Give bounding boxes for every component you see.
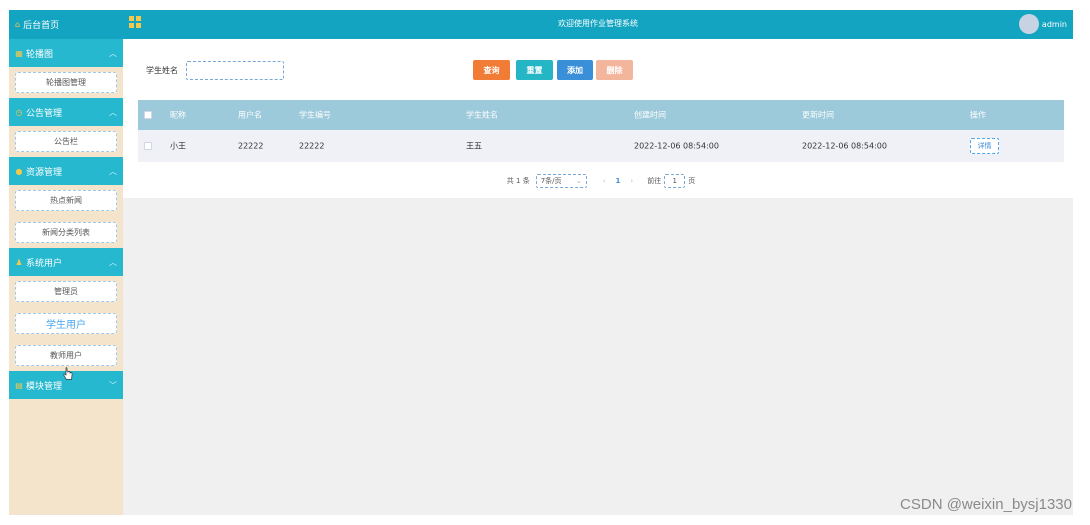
search-row: 学生姓名 <box>146 60 284 80</box>
page-number[interactable]: 1 <box>616 177 621 185</box>
prev-page-icon[interactable]: ‹ <box>603 177 606 185</box>
chevron-down-icon: ⌄ <box>575 177 582 185</box>
table-header: 昵称 用户名 学生编号 学生姓名 创建时间 更新时间 操作 <box>138 100 1064 130</box>
hand-cursor-icon <box>63 367 73 380</box>
student-name-label: 学生姓名 <box>146 65 178 75</box>
sidebar-item-teacher-users[interactable]: 教师用户 <box>15 345 117 366</box>
delete-button[interactable]: 删除 <box>596 60 633 80</box>
column-header: 创建时间 <box>634 110 666 120</box>
content-background <box>123 198 1073 515</box>
sidebar-group-label: 系统用户 <box>26 258 63 269</box>
avatar[interactable] <box>1018 14 1039 34</box>
detail-button[interactable]: 详情 <box>970 138 999 154</box>
total-count: 共 1 条 <box>506 177 530 185</box>
cell-created: 2022-12-06 08:54:00 <box>634 141 719 151</box>
cell-nickname: 小王 <box>170 141 186 151</box>
module-icon: ▤ <box>15 380 23 390</box>
page-size-value: 7条/页 <box>540 177 562 185</box>
cell-student-no: 22222 <box>299 141 325 151</box>
sidebar-submenu: 热点新闻 新闻分类列表 <box>9 185 123 248</box>
sidebar-group-label: 公告管理 <box>26 108 63 119</box>
sidebar-item-home[interactable]: ⌂ 后台首页 <box>9 10 123 39</box>
column-header: 学生姓名 <box>466 110 498 120</box>
sidebar-group-notice[interactable]: ◷ 公告管理 ︿ <box>9 98 123 126</box>
home-icon: ⌂ <box>15 20 21 29</box>
chevron-up-icon: ︿ <box>109 166 117 176</box>
clock-icon: ◷ <box>15 107 23 117</box>
chevron-down-icon: ﹀ <box>109 380 117 390</box>
goto-label: 前往 <box>647 177 662 185</box>
sidebar: ⌂ 后台首页 ▦ 轮播图 ︿ 轮播图管理 ◷ 公告管理 ︿ 公告栏 ● 资源管理… <box>9 10 123 515</box>
system-title: 欢迎使用作业管理系统 <box>558 19 638 28</box>
pagination: 共 1 条 7条/页 ⌄ ‹ 1 › 前往 1 页 <box>138 166 1064 196</box>
column-header: 昵称 <box>170 110 186 120</box>
watermark: CSDN @weixin_bysj1330 <box>900 496 1072 513</box>
sidebar-submenu: 公告栏 <box>9 126 123 157</box>
user-menu[interactable]: admin <box>1018 14 1067 34</box>
sidebar-group-resource[interactable]: ● 资源管理 ︿ <box>9 157 123 185</box>
sidebar-item-hot-news[interactable]: 热点新闻 <box>15 190 117 211</box>
goto-page-input[interactable]: 1 <box>664 174 686 188</box>
row-checkbox[interactable] <box>144 142 152 150</box>
table-row[interactable]: 小王 22222 22222 王五 2022-12-06 08:54:00 20… <box>138 130 1064 162</box>
sidebar-group-label: 资源管理 <box>26 167 63 178</box>
column-header: 用户名 <box>238 110 262 120</box>
user-name: admin <box>1041 19 1067 29</box>
page-unit-label: 页 <box>688 177 696 185</box>
student-name-input[interactable] <box>186 60 284 80</box>
sidebar-item-news-category[interactable]: 新闻分类列表 <box>15 222 117 243</box>
sidebar-group-system-users[interactable]: ♟ 系统用户 ︿ <box>9 248 123 276</box>
reset-button[interactable]: 重置 <box>516 60 553 80</box>
sidebar-group-label: 轮播图 <box>26 49 54 60</box>
column-header: 更新时间 <box>802 110 834 120</box>
sidebar-item-student-users[interactable]: 学生用户 <box>15 313 117 334</box>
sidebar-group-carousel[interactable]: ▦ 轮播图 ︿ <box>9 39 123 67</box>
page-size-select[interactable]: 7条/页 ⌄ <box>535 174 587 188</box>
chevron-up-icon: ︿ <box>109 257 117 267</box>
column-header: 学生编号 <box>299 110 331 120</box>
cell-student-name: 王五 <box>466 141 482 151</box>
query-button[interactable]: 查询 <box>473 60 510 80</box>
chevron-up-icon: ︿ <box>109 48 117 58</box>
cell-username: 22222 <box>238 141 264 151</box>
student-table: 昵称 用户名 学生编号 学生姓名 创建时间 更新时间 操作 小王 22222 2… <box>138 100 1064 162</box>
column-header: 操作 <box>970 110 986 120</box>
sidebar-submenu: 轮播图管理 <box>9 67 123 98</box>
user-icon: ♟ <box>15 257 23 267</box>
location-pin-icon: ● <box>15 166 23 176</box>
select-all-checkbox[interactable] <box>144 111 152 119</box>
image-icon: ▦ <box>15 48 23 58</box>
next-page-icon[interactable]: › <box>630 177 633 185</box>
cell-updated: 2022-12-06 08:54:00 <box>802 141 887 151</box>
add-button[interactable]: 添加 <box>557 60 593 80</box>
sidebar-item-admin[interactable]: 管理员 <box>15 281 117 302</box>
sidebar-submenu: 管理员 学生用户 教师用户 <box>9 276 123 371</box>
top-bar: 欢迎使用作业管理系统 admin <box>123 10 1073 39</box>
sidebar-item-carousel-manage[interactable]: 轮播图管理 <box>15 72 117 93</box>
sidebar-item-notice-board[interactable]: 公告栏 <box>15 131 117 152</box>
sidebar-home-label: 后台首页 <box>23 21 60 31</box>
chevron-up-icon: ︿ <box>109 107 117 117</box>
